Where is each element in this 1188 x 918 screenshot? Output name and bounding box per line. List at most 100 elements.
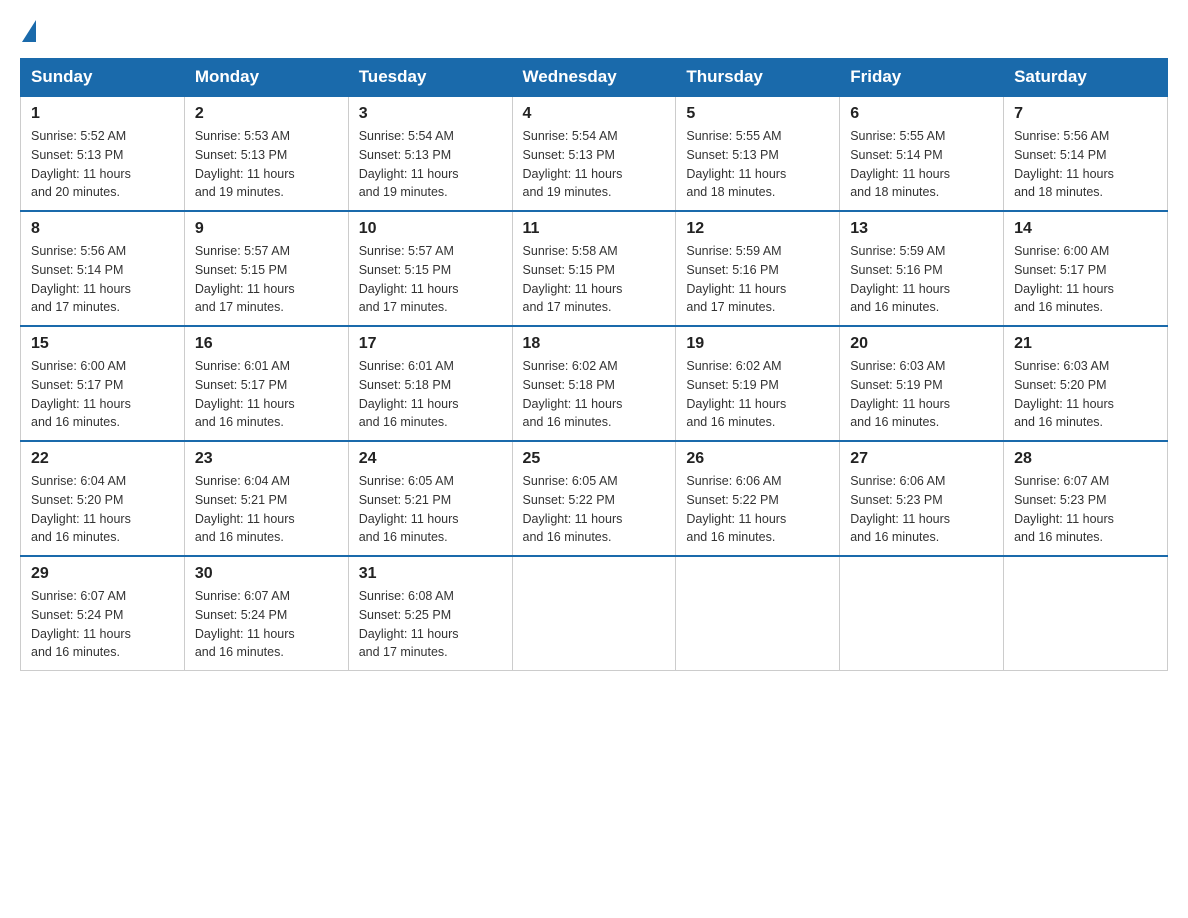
week-row-5: 29 Sunrise: 6:07 AMSunset: 5:24 PMDayligh… [21,556,1168,671]
day-number: 18 [523,335,666,353]
day-info: Sunrise: 6:07 AMSunset: 5:24 PMDaylight:… [31,587,174,662]
calendar-cell: 31 Sunrise: 6:08 AMSunset: 5:25 PMDayligh… [348,556,512,671]
day-info: Sunrise: 5:54 AMSunset: 5:13 PMDaylight:… [359,127,502,202]
logo [20,20,80,42]
calendar-cell [840,556,1004,671]
day-number: 4 [523,105,666,123]
day-number: 3 [359,105,502,123]
day-number: 22 [31,450,174,468]
calendar-cell [676,556,840,671]
calendar-cell: 3 Sunrise: 5:54 AMSunset: 5:13 PMDaylight… [348,96,512,211]
day-info: Sunrise: 5:55 AMSunset: 5:14 PMDaylight:… [850,127,993,202]
calendar-cell: 17 Sunrise: 6:01 AMSunset: 5:18 PMDayligh… [348,326,512,441]
day-number: 8 [31,220,174,238]
day-number: 16 [195,335,338,353]
day-number: 13 [850,220,993,238]
day-number: 10 [359,220,502,238]
day-info: Sunrise: 6:05 AMSunset: 5:21 PMDaylight:… [359,472,502,547]
calendar-cell: 27 Sunrise: 6:06 AMSunset: 5:23 PMDayligh… [840,441,1004,556]
day-number: 30 [195,565,338,583]
day-info: Sunrise: 6:07 AMSunset: 5:23 PMDaylight:… [1014,472,1157,547]
calendar-cell: 5 Sunrise: 5:55 AMSunset: 5:13 PMDaylight… [676,96,840,211]
day-info: Sunrise: 5:57 AMSunset: 5:15 PMDaylight:… [359,242,502,317]
week-row-3: 15 Sunrise: 6:00 AMSunset: 5:17 PMDayligh… [21,326,1168,441]
day-info: Sunrise: 6:08 AMSunset: 5:25 PMDaylight:… [359,587,502,662]
calendar-cell: 8Sunrise: 5:56 AMSunset: 5:14 PMDaylight… [21,211,185,326]
day-info: Sunrise: 6:07 AMSunset: 5:24 PMDaylight:… [195,587,338,662]
calendar-cell: 15 Sunrise: 6:00 AMSunset: 5:17 PMDayligh… [21,326,185,441]
day-number: 25 [523,450,666,468]
calendar-cell: 29 Sunrise: 6:07 AMSunset: 5:24 PMDayligh… [21,556,185,671]
calendar-cell: 6 Sunrise: 5:55 AMSunset: 5:14 PMDaylight… [840,96,1004,211]
day-info: Sunrise: 5:54 AMSunset: 5:13 PMDaylight:… [523,127,666,202]
week-row-1: 1Sunrise: 5:52 AMSunset: 5:13 PMDaylight… [21,96,1168,211]
calendar-cell: 4 Sunrise: 5:54 AMSunset: 5:13 PMDaylight… [512,96,676,211]
day-info: Sunrise: 6:02 AMSunset: 5:18 PMDaylight:… [523,357,666,432]
day-number: 7 [1014,105,1157,123]
day-number: 2 [195,105,338,123]
day-number: 28 [1014,450,1157,468]
day-info: Sunrise: 5:58 AMSunset: 5:15 PMDaylight:… [523,242,666,317]
calendar-cell: 30 Sunrise: 6:07 AMSunset: 5:24 PMDayligh… [184,556,348,671]
calendar-cell: 2 Sunrise: 5:53 AMSunset: 5:13 PMDaylight… [184,96,348,211]
calendar-cell: 7 Sunrise: 5:56 AMSunset: 5:14 PMDaylight… [1004,96,1168,211]
calendar-cell: 25Sunrise: 6:05 AMSunset: 5:22 PMDayligh… [512,441,676,556]
day-number: 5 [686,105,829,123]
weekday-header-wednesday: Wednesday [512,59,676,97]
day-number: 12 [686,220,829,238]
day-info: Sunrise: 6:06 AMSunset: 5:22 PMDaylight:… [686,472,829,547]
calendar-cell: 22 Sunrise: 6:04 AMSunset: 5:20 PMDayligh… [21,441,185,556]
day-number: 6 [850,105,993,123]
day-info: Sunrise: 6:00 AMSunset: 5:17 PMDaylight:… [31,357,174,432]
weekday-header-thursday: Thursday [676,59,840,97]
day-info: Sunrise: 6:01 AMSunset: 5:18 PMDaylight:… [359,357,502,432]
calendar-cell: 1Sunrise: 5:52 AMSunset: 5:13 PMDaylight… [21,96,185,211]
week-row-4: 22 Sunrise: 6:04 AMSunset: 5:20 PMDayligh… [21,441,1168,556]
day-info: Sunrise: 5:55 AMSunset: 5:13 PMDaylight:… [686,127,829,202]
day-number: 23 [195,450,338,468]
calendar-cell: 23Sunrise: 6:04 AMSunset: 5:21 PMDayligh… [184,441,348,556]
calendar-cell: 28 Sunrise: 6:07 AMSunset: 5:23 PMDayligh… [1004,441,1168,556]
day-info: Sunrise: 5:56 AMSunset: 5:14 PMDaylight:… [1014,127,1157,202]
calendar-cell: 9Sunrise: 5:57 AMSunset: 5:15 PMDaylight… [184,211,348,326]
day-info: Sunrise: 6:06 AMSunset: 5:23 PMDaylight:… [850,472,993,547]
day-info: Sunrise: 5:53 AMSunset: 5:13 PMDaylight:… [195,127,338,202]
logo-top [20,20,38,42]
calendar-cell: 10 Sunrise: 5:57 AMSunset: 5:15 PMDayligh… [348,211,512,326]
calendar-cell [512,556,676,671]
week-row-2: 8Sunrise: 5:56 AMSunset: 5:14 PMDaylight… [21,211,1168,326]
day-info: Sunrise: 6:00 AMSunset: 5:17 PMDaylight:… [1014,242,1157,317]
day-info: Sunrise: 6:03 AMSunset: 5:20 PMDaylight:… [1014,357,1157,432]
day-number: 14 [1014,220,1157,238]
calendar-cell: 12 Sunrise: 5:59 AMSunset: 5:16 PMDayligh… [676,211,840,326]
calendar-cell: 11 Sunrise: 5:58 AMSunset: 5:15 PMDayligh… [512,211,676,326]
day-number: 11 [523,220,666,238]
calendar-cell: 26Sunrise: 6:06 AMSunset: 5:22 PMDayligh… [676,441,840,556]
day-number: 15 [31,335,174,353]
logo-triangle-icon [22,20,36,42]
day-number: 1 [31,105,174,123]
page-header [20,20,1168,42]
calendar-cell: 19Sunrise: 6:02 AMSunset: 5:19 PMDayligh… [676,326,840,441]
day-info: Sunrise: 5:59 AMSunset: 5:16 PMDaylight:… [686,242,829,317]
calendar-cell: 24 Sunrise: 6:05 AMSunset: 5:21 PMDayligh… [348,441,512,556]
weekday-header-monday: Monday [184,59,348,97]
calendar-table: SundayMondayTuesdayWednesdayThursdayFrid… [20,58,1168,671]
day-info: Sunrise: 6:04 AMSunset: 5:20 PMDaylight:… [31,472,174,547]
day-number: 31 [359,565,502,583]
day-info: Sunrise: 5:59 AMSunset: 5:16 PMDaylight:… [850,242,993,317]
day-number: 29 [31,565,174,583]
day-number: 9 [195,220,338,238]
day-number: 19 [686,335,829,353]
calendar-cell: 16Sunrise: 6:01 AMSunset: 5:17 PMDayligh… [184,326,348,441]
day-number: 24 [359,450,502,468]
day-number: 17 [359,335,502,353]
day-number: 21 [1014,335,1157,353]
day-number: 27 [850,450,993,468]
calendar-cell [1004,556,1168,671]
day-info: Sunrise: 6:03 AMSunset: 5:19 PMDaylight:… [850,357,993,432]
weekday-header-friday: Friday [840,59,1004,97]
calendar-cell: 13 Sunrise: 5:59 AMSunset: 5:16 PMDayligh… [840,211,1004,326]
calendar-cell: 20Sunrise: 6:03 AMSunset: 5:19 PMDayligh… [840,326,1004,441]
weekday-header-tuesday: Tuesday [348,59,512,97]
